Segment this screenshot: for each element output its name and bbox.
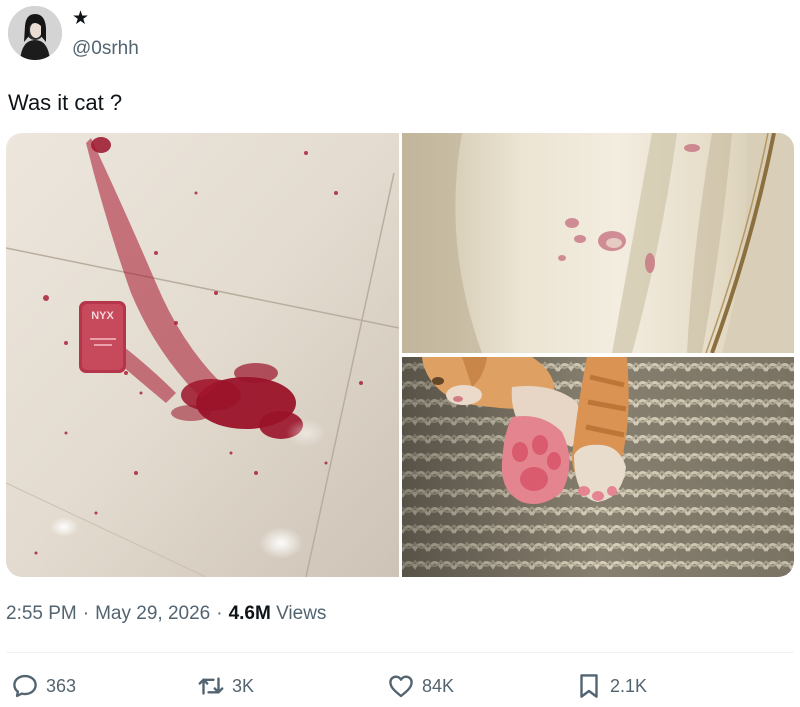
tweet-text: Was it cat ? xyxy=(8,90,123,115)
reply-count: 363 xyxy=(46,676,77,696)
views-label: Views xyxy=(276,603,327,624)
bookmark-button[interactable]: 2.1K xyxy=(574,670,647,702)
divider xyxy=(6,652,794,653)
compact-brand-label: NYX xyxy=(91,310,114,322)
tweet-time[interactable]: 2:55 PM xyxy=(6,603,77,624)
bookmark-icon xyxy=(574,671,604,701)
like-count: 84K xyxy=(422,676,455,696)
bookmark-count: 2.1K xyxy=(610,676,648,696)
verified-star-badge: ★ xyxy=(72,8,90,29)
photo-cat-paws[interactable] xyxy=(402,357,794,577)
reply-icon xyxy=(10,671,40,701)
meta-separator: · xyxy=(82,603,90,624)
media-grid: NYX xyxy=(6,133,794,577)
avatar[interactable] xyxy=(8,6,62,60)
like-button[interactable]: 84K xyxy=(386,670,454,702)
reply-button[interactable]: 363 xyxy=(10,670,76,702)
photo-stained-curtain[interactable] xyxy=(402,133,794,353)
tweet-date[interactable]: May 29, 2026 xyxy=(95,603,210,624)
repost-button[interactable]: 3K xyxy=(196,670,254,702)
repost-count: 3K xyxy=(232,676,255,696)
author-handle[interactable]: @0srhh xyxy=(72,38,139,60)
repost-icon xyxy=(196,671,226,701)
tweet-meta: 2:55 PM · May 29, 2026 · 4.6M Views xyxy=(6,602,326,626)
action-bar: 363 3K 84K 2.1K xyxy=(0,670,800,702)
photo-spilled-blush[interactable]: NYX xyxy=(6,133,399,577)
views-count: 4.6M xyxy=(228,603,271,624)
meta-separator: · xyxy=(216,603,223,624)
heart-icon xyxy=(386,671,416,701)
